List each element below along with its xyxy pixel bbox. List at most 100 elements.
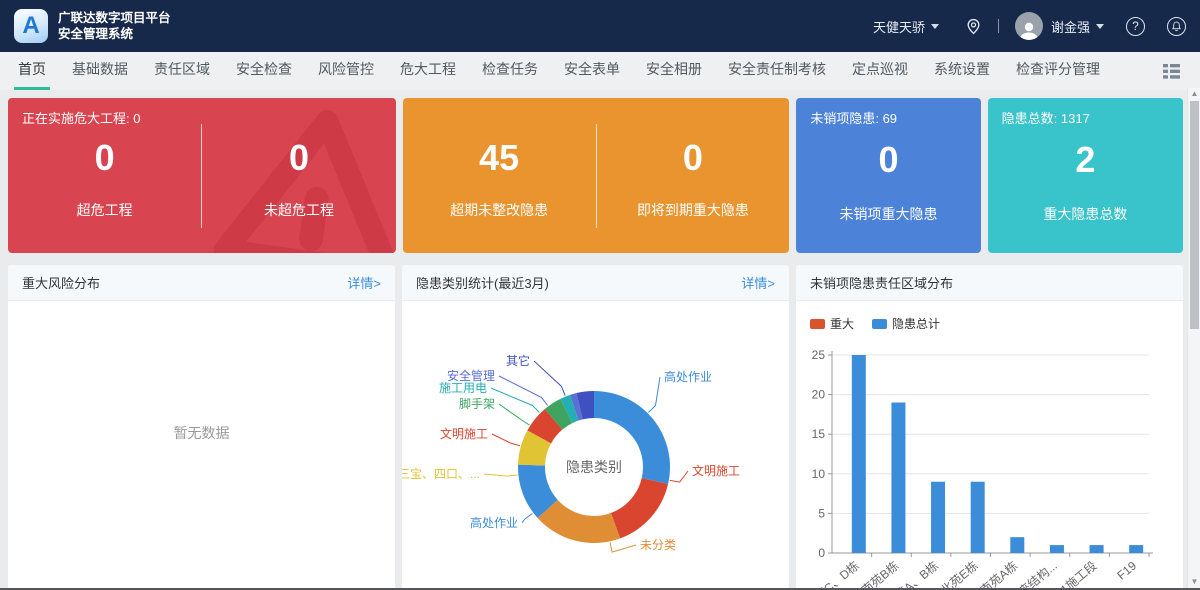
app-header: A 广联达数字项目平台 安全管理系统 天健天骄 谢金强 ? — [0, 0, 1200, 52]
chart-legend: 重大 隐患总计 — [810, 315, 940, 332]
stat-label: 未销项重大隐患 — [840, 204, 938, 224]
tab-check-task[interactable]: 检查任务 — [478, 52, 542, 90]
panel-region-distribution: 未销项隐患责任区域分布 重大 隐患总计 0510152025北苑C、D栋南苑B栋 — [796, 265, 1183, 590]
detail-link[interactable]: 详情> — [347, 273, 381, 292]
stat-label: 超危工程 — [77, 200, 133, 220]
bar[interactable] — [1129, 545, 1143, 553]
tab-responsibility-area[interactable]: 责任区域 — [150, 52, 214, 90]
pie-label-leader — [522, 513, 533, 523]
pie-label-leader — [492, 434, 520, 446]
tab-safety-check[interactable]: 安全检查 — [232, 52, 296, 90]
pie-label-leader — [610, 542, 636, 552]
pie-label: 安全管理 — [447, 368, 495, 383]
app-window: A 广联达数字项目平台 安全管理系统 天健天骄 谢金强 ? — [0, 0, 1200, 590]
stat-label: 重大隐患总数 — [1043, 204, 1127, 224]
y-tick-label: 15 — [812, 427, 826, 441]
card-total-major-hazards[interactable]: 隐患总数: 1317 2 重大隐患总数 — [988, 98, 1183, 253]
x-category-label: 北苑E栋 — [937, 558, 980, 590]
tab-basic-data[interactable]: 基础数据 — [68, 52, 132, 90]
stat-value: 0 — [878, 142, 898, 178]
tab-risk-control[interactable]: 风险管控 — [314, 52, 378, 90]
chevron-down-icon — [931, 24, 939, 29]
pie-label: 未分类 — [640, 538, 676, 552]
scrollbar-down-arrow[interactable]: ▼ — [1188, 576, 1200, 588]
legend-swatch — [810, 319, 825, 329]
panel-title: 重大风险分布 — [22, 273, 100, 292]
bar[interactable] — [1050, 545, 1064, 553]
pie-label: 高处作业 — [664, 369, 712, 384]
chevron-down-icon — [1096, 24, 1104, 29]
header-divider — [998, 19, 999, 33]
stat-value: 2 — [1075, 142, 1095, 178]
notification-bell-icon[interactable] — [1167, 17, 1186, 36]
pie-label: 脚手架 — [459, 396, 495, 411]
stat-value: 0 — [289, 140, 309, 176]
y-tick-label: 25 — [812, 348, 826, 362]
tab-dangerous-project[interactable]: 危大工程 — [396, 52, 460, 90]
bar[interactable] — [931, 482, 945, 553]
pie-label: 其它 — [506, 353, 530, 368]
card-open-major-hazards[interactable]: 未销项隐患: 69 0 未销项重大隐患 — [796, 98, 980, 253]
tab-check-score[interactable]: 检查评分管理 — [1012, 52, 1104, 90]
pie-label: 施工用电 — [439, 381, 487, 395]
avatar[interactable] — [1015, 12, 1043, 40]
pie-label-leader — [534, 361, 565, 396]
x-category-label: 北苑C、D栋 — [802, 558, 862, 590]
legend-label: 隐患总计 — [892, 315, 940, 332]
pie-label-leader — [648, 377, 660, 413]
location-person-icon[interactable] — [965, 18, 982, 35]
pie-label-leader — [499, 376, 548, 406]
scrollbar-thumb[interactable] — [1190, 101, 1199, 329]
page-scrollbar[interactable]: ▲ ▼ — [1187, 88, 1200, 590]
legend-label: 重大 — [830, 315, 854, 332]
x-category-label: 南苑A栋 — [977, 558, 1020, 590]
pie-slice[interactable] — [611, 478, 668, 538]
help-icon[interactable]: ? — [1126, 17, 1145, 36]
pie-label-leader — [484, 474, 517, 476]
card-overdue-hazards[interactable]: 45 超期未整改隐患 0 即将到期重大隐患 — [403, 98, 790, 253]
stat-value: 45 — [479, 140, 519, 176]
scrollbar-up-arrow[interactable]: ▲ — [1188, 88, 1200, 100]
bar[interactable] — [852, 355, 866, 553]
user-name[interactable]: 谢金强 — [1051, 17, 1090, 36]
stat-label: 即将到期重大隐患 — [637, 200, 749, 220]
bar[interactable] — [1010, 537, 1024, 553]
detail-link[interactable]: 详情> — [741, 273, 775, 292]
app-title: 广联达数字项目平台 安全管理系统 — [58, 10, 171, 42]
tab-safety-album[interactable]: 安全相册 — [642, 52, 706, 90]
project-name: 天健天骄 — [873, 17, 925, 36]
app-logo-icon: A — [14, 9, 48, 43]
y-tick-label: 10 — [812, 467, 826, 481]
legend-item-major[interactable]: 重大 — [810, 315, 854, 332]
tab-system-settings[interactable]: 系统设置 — [930, 52, 994, 90]
pie-label: 文明施工 — [440, 426, 488, 441]
pie-center-label: 隐患类别 — [566, 459, 622, 475]
tab-responsibility-assessment[interactable]: 安全责任制考核 — [724, 52, 830, 90]
stat-label: 超期未整改隐患 — [450, 200, 548, 220]
grid-menu-icon[interactable] — [1163, 64, 1180, 79]
card-title: 隐患总数: 1317 — [1002, 108, 1090, 127]
hazard-category-donut-chart[interactable]: 高处作业文明施工未分类高处作业三宝、四口、...文明施工脚手架施工用电安全管理其… — [402, 301, 789, 590]
legend-item-total[interactable]: 隐患总计 — [872, 315, 940, 332]
x-category-label: B-1施工段 — [1048, 558, 1100, 590]
pie-label: 文明施工 — [692, 463, 740, 478]
y-tick-label: 5 — [818, 506, 825, 520]
tab-home[interactable]: 首页 — [14, 52, 50, 90]
main-nav: 首页 基础数据 责任区域 安全检查 风险管控 危大工程 检查任务 安全表单 安全… — [0, 52, 1200, 90]
card-dangerous-projects[interactable]: 正在实施危大工程: 0 0 超危工程 0 未超危工程 — [8, 98, 396, 253]
pie-label-leader — [670, 471, 688, 482]
project-selector[interactable]: 天健天骄 — [873, 17, 939, 36]
region-bar-chart[interactable]: 0510152025北苑C、D栋南苑B栋北苑A、B栋北苑E栋南苑A栋北苑E座结构… — [796, 301, 1183, 590]
tab-fixed-patrol[interactable]: 定点巡视 — [848, 52, 912, 90]
tab-safety-form[interactable]: 安全表单 — [560, 52, 624, 90]
x-category-label: 南苑B栋 — [858, 558, 901, 590]
bar[interactable] — [891, 403, 905, 553]
stat-label: 未超危工程 — [264, 200, 334, 220]
empty-state-text: 暂无数据 — [8, 423, 395, 443]
app-title-line2: 安全管理系统 — [58, 26, 171, 42]
bar[interactable] — [971, 482, 985, 553]
pie-label-leader — [499, 404, 529, 425]
bar[interactable] — [1090, 545, 1104, 553]
pie-label-leader — [491, 388, 540, 413]
dashboard-content: 正在实施危大工程: 0 0 超危工程 0 未超危工程 — [0, 90, 1187, 590]
